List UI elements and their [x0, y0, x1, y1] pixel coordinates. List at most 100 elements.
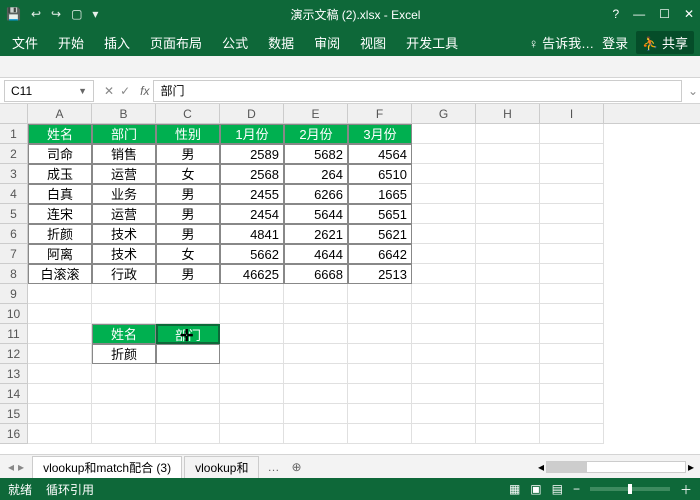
cell[interactable]	[412, 424, 476, 444]
share-button[interactable]: ⛹ 共享	[636, 31, 694, 54]
row-head-9[interactable]: 9	[0, 284, 27, 304]
cell[interactable]	[348, 344, 412, 364]
close-button[interactable]: ✕	[684, 7, 694, 21]
name-box-dropdown-icon[interactable]: ▼	[78, 86, 87, 96]
cell[interactable]	[540, 384, 604, 404]
cell[interactable]	[476, 224, 540, 244]
cell[interactable]	[412, 144, 476, 164]
cell[interactable]	[476, 244, 540, 264]
cell[interactable]	[220, 424, 284, 444]
cell[interactable]	[412, 364, 476, 384]
tab-review[interactable]: 审阅	[304, 28, 350, 56]
cell[interactable]	[156, 424, 220, 444]
table-cell[interactable]: 6510	[348, 164, 412, 184]
cell[interactable]	[476, 324, 540, 344]
table-cell[interactable]: 成玉	[28, 164, 92, 184]
table-cell[interactable]: 女	[156, 164, 220, 184]
cell[interactable]	[348, 324, 412, 344]
cell[interactable]	[348, 424, 412, 444]
cell[interactable]	[540, 344, 604, 364]
row-head-10[interactable]: 10	[0, 304, 27, 324]
table-header[interactable]: 2月份	[284, 124, 348, 144]
zoom-out-button[interactable]: −	[573, 482, 580, 496]
cell[interactable]	[540, 244, 604, 264]
table-cell[interactable]: 男	[156, 224, 220, 244]
row-head-5[interactable]: 5	[0, 204, 27, 224]
table-cell[interactable]: 折颜	[28, 224, 92, 244]
cell[interactable]	[540, 424, 604, 444]
row-head-13[interactable]: 13	[0, 364, 27, 384]
table-cell[interactable]: 6642	[348, 244, 412, 264]
cell[interactable]	[284, 324, 348, 344]
row-head-8[interactable]: 8	[0, 264, 27, 284]
cell[interactable]	[476, 284, 540, 304]
cell[interactable]	[284, 364, 348, 384]
cell[interactable]	[540, 304, 604, 324]
table-cell[interactable]: 2513	[348, 264, 412, 284]
cell[interactable]	[540, 164, 604, 184]
tab-insert[interactable]: 插入	[94, 28, 140, 56]
table-cell[interactable]: 白真	[28, 184, 92, 204]
cell[interactable]	[412, 184, 476, 204]
cell[interactable]	[156, 304, 220, 324]
table-cell[interactable]: 运营	[92, 204, 156, 224]
col-head-D[interactable]: D	[220, 104, 284, 123]
table-cell[interactable]: 2589	[220, 144, 284, 164]
sheet-tabs-overflow[interactable]: …	[261, 460, 285, 474]
undo-icon[interactable]: ↩	[31, 7, 41, 21]
cell[interactable]	[476, 364, 540, 384]
cell[interactable]	[284, 424, 348, 444]
zoom-slider[interactable]	[590, 487, 670, 491]
table-cell[interactable]: 男	[156, 264, 220, 284]
col-head-F[interactable]: F	[348, 104, 412, 123]
col-head-E[interactable]: E	[284, 104, 348, 123]
cell[interactable]	[540, 404, 604, 424]
cell[interactable]	[28, 304, 92, 324]
tab-data[interactable]: 数据	[258, 28, 304, 56]
sheet-nav-prev[interactable]: ◂	[8, 460, 14, 474]
cell[interactable]	[476, 164, 540, 184]
sheet-tab-other[interactable]: vlookup和	[184, 456, 259, 478]
table-cell[interactable]	[156, 344, 220, 364]
table-cell[interactable]: 1665	[348, 184, 412, 204]
table-cell[interactable]: 销售	[92, 144, 156, 164]
save-icon[interactable]: 💾	[6, 7, 21, 21]
row-head-2[interactable]: 2	[0, 144, 27, 164]
table-cell[interactable]: 业务	[92, 184, 156, 204]
maximize-button[interactable]: ☐	[659, 7, 670, 21]
table-cell[interactable]: 2621	[284, 224, 348, 244]
view-normal-icon[interactable]: ▦	[509, 482, 520, 496]
redo-icon[interactable]: ↪	[51, 7, 61, 21]
tab-formulas[interactable]: 公式	[212, 28, 258, 56]
cell[interactable]	[412, 284, 476, 304]
minimize-button[interactable]: —	[633, 7, 645, 21]
cell[interactable]	[92, 424, 156, 444]
table-header[interactable]: 1月份	[220, 124, 284, 144]
cell[interactable]	[540, 364, 604, 384]
table-cell[interactable]: 女	[156, 244, 220, 264]
grid[interactable]: ABCDEFGHI 12345678910111213141516 姓名部门性别…	[0, 104, 700, 454]
cell[interactable]	[476, 304, 540, 324]
table-cell[interactable]: 阿离	[28, 244, 92, 264]
cell[interactable]	[476, 184, 540, 204]
cell[interactable]	[412, 224, 476, 244]
hscroll-thumb[interactable]	[547, 462, 587, 472]
cell[interactable]	[540, 284, 604, 304]
row-head-3[interactable]: 3	[0, 164, 27, 184]
cell[interactable]	[28, 344, 92, 364]
formula-bar[interactable]: 部门	[153, 80, 681, 102]
selected-cell[interactable]: 部门	[156, 324, 220, 344]
fx-icon[interactable]: fx	[136, 84, 153, 98]
table-cell[interactable]: 6668	[284, 264, 348, 284]
tab-file[interactable]: 文件	[2, 28, 48, 56]
cell[interactable]	[412, 264, 476, 284]
cell[interactable]	[476, 344, 540, 364]
cell[interactable]	[476, 124, 540, 144]
table-cell[interactable]: 5662	[220, 244, 284, 264]
cell[interactable]	[156, 404, 220, 424]
table-cell[interactable]: 4564	[348, 144, 412, 164]
cell[interactable]	[28, 384, 92, 404]
cell[interactable]	[540, 124, 604, 144]
cell[interactable]	[220, 384, 284, 404]
cell[interactable]	[28, 324, 92, 344]
